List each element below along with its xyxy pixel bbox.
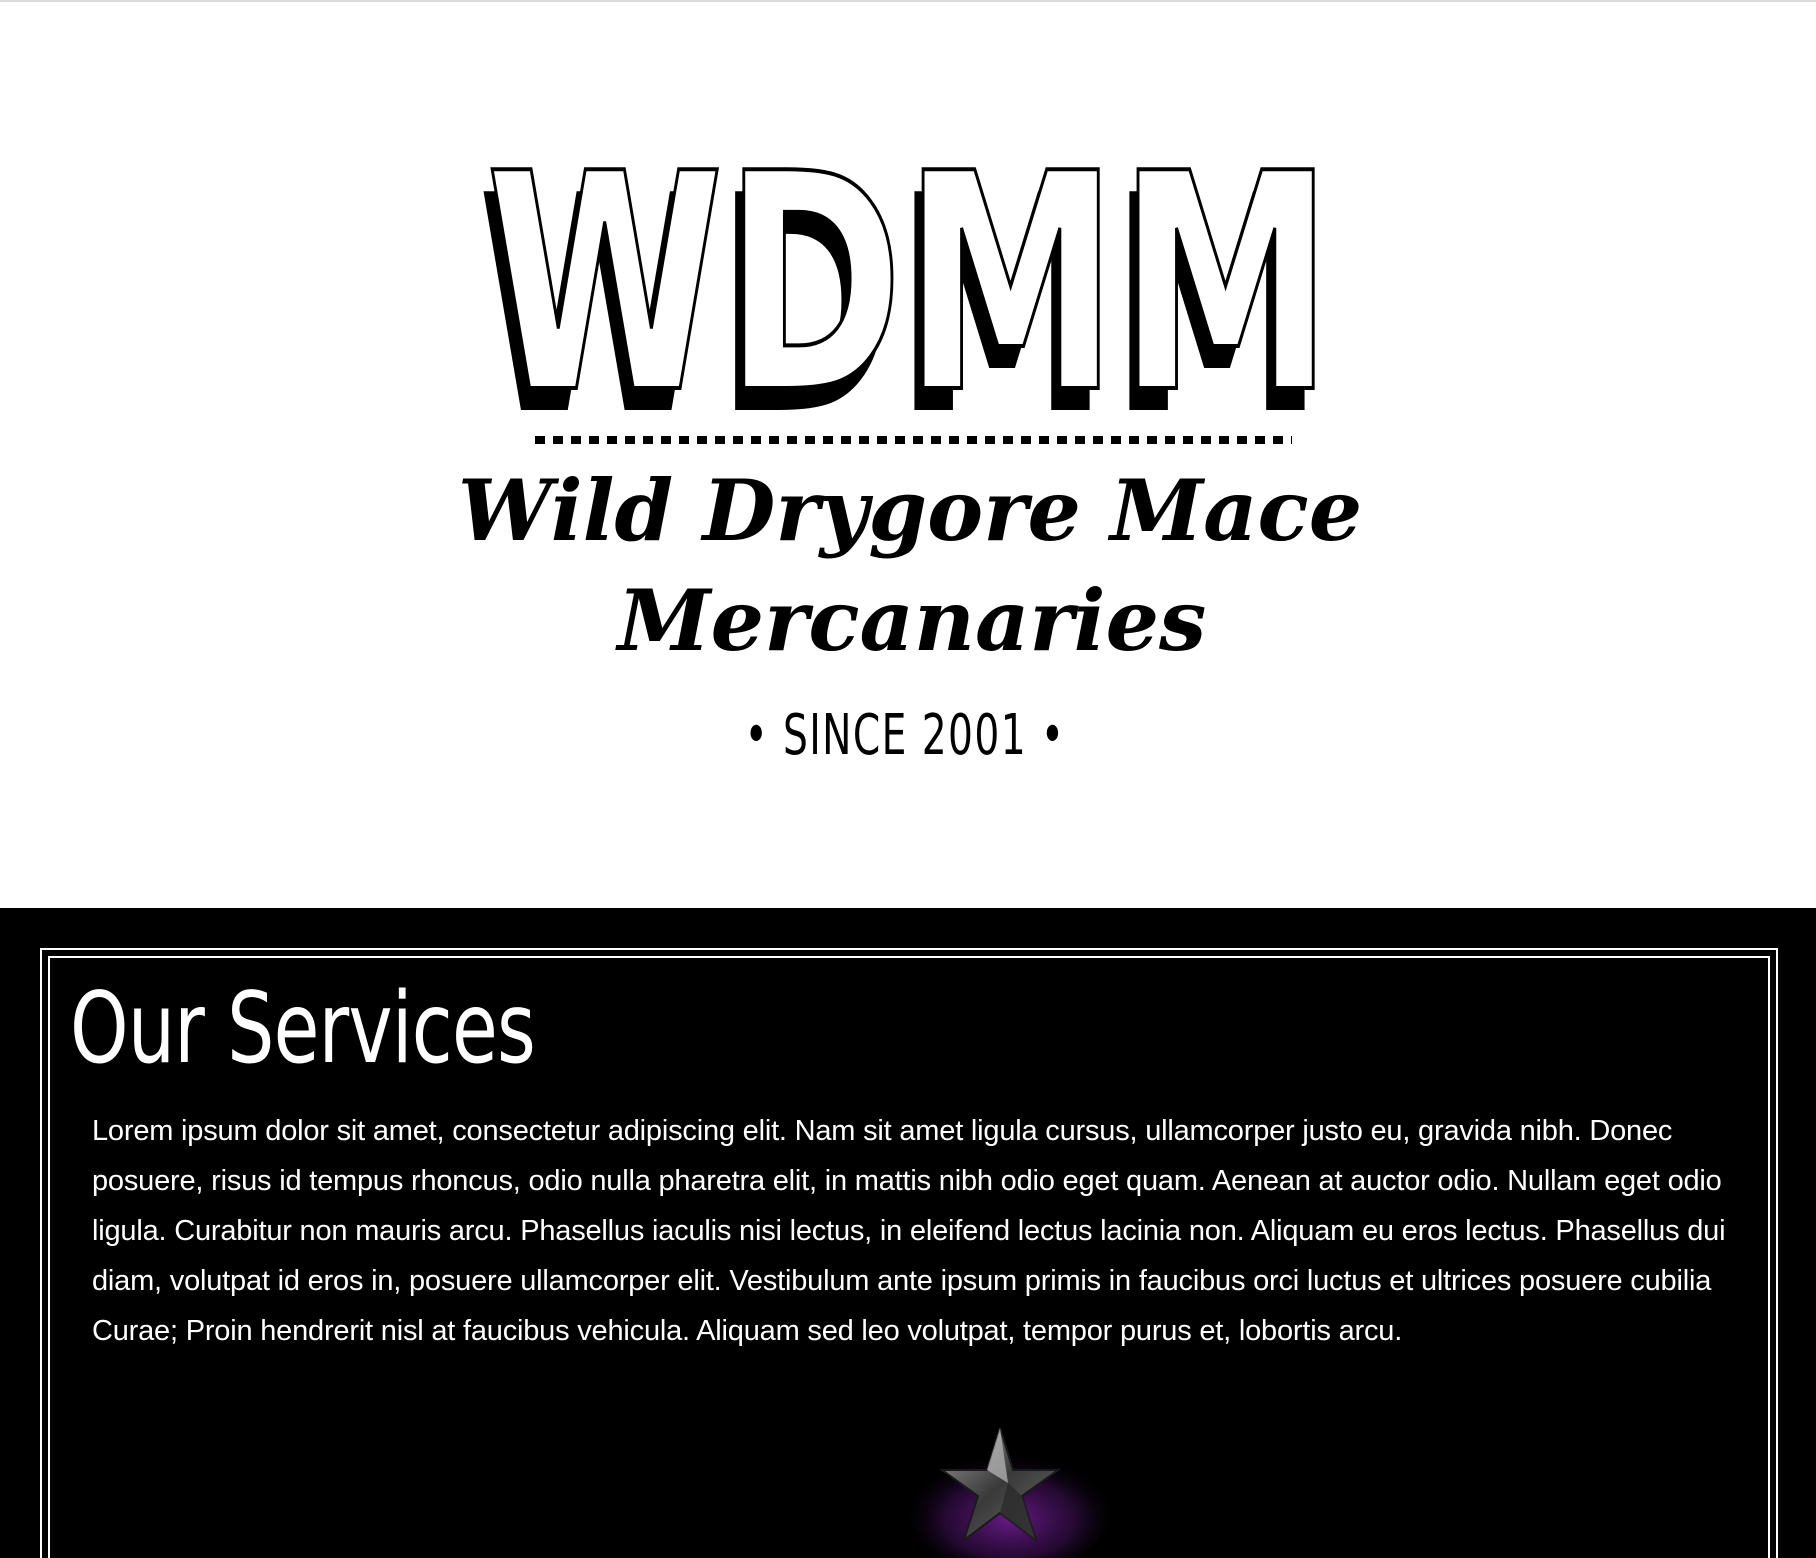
- page: WDMM WDMM Wild Drygore Mace Mercanaries …: [0, 0, 1816, 1558]
- services-heading: Our Services: [70, 972, 536, 1086]
- logo-monogram: WDMM: [486, 109, 1333, 459]
- hero-section: WDMM WDMM Wild Drygore Mace Mercanaries …: [0, 2, 1816, 908]
- wdmm-logo: WDMM WDMM Wild Drygore Mace Mercanaries …: [458, 107, 1362, 768]
- logo-name-line-1: Wild Drygore Mace: [458, 461, 1362, 560]
- logo-since: • SINCE 2001 •: [745, 703, 1066, 768]
- purple-star-emblem-icon: [910, 1428, 1110, 1558]
- services-body-text: Lorem ipsum dolor sit amet, consectetur …: [92, 1115, 1726, 1347]
- services-section: Our Services Lorem ipsum dolor sit amet,…: [0, 908, 1816, 1558]
- logo-name-line-2: Mercanaries: [615, 571, 1207, 670]
